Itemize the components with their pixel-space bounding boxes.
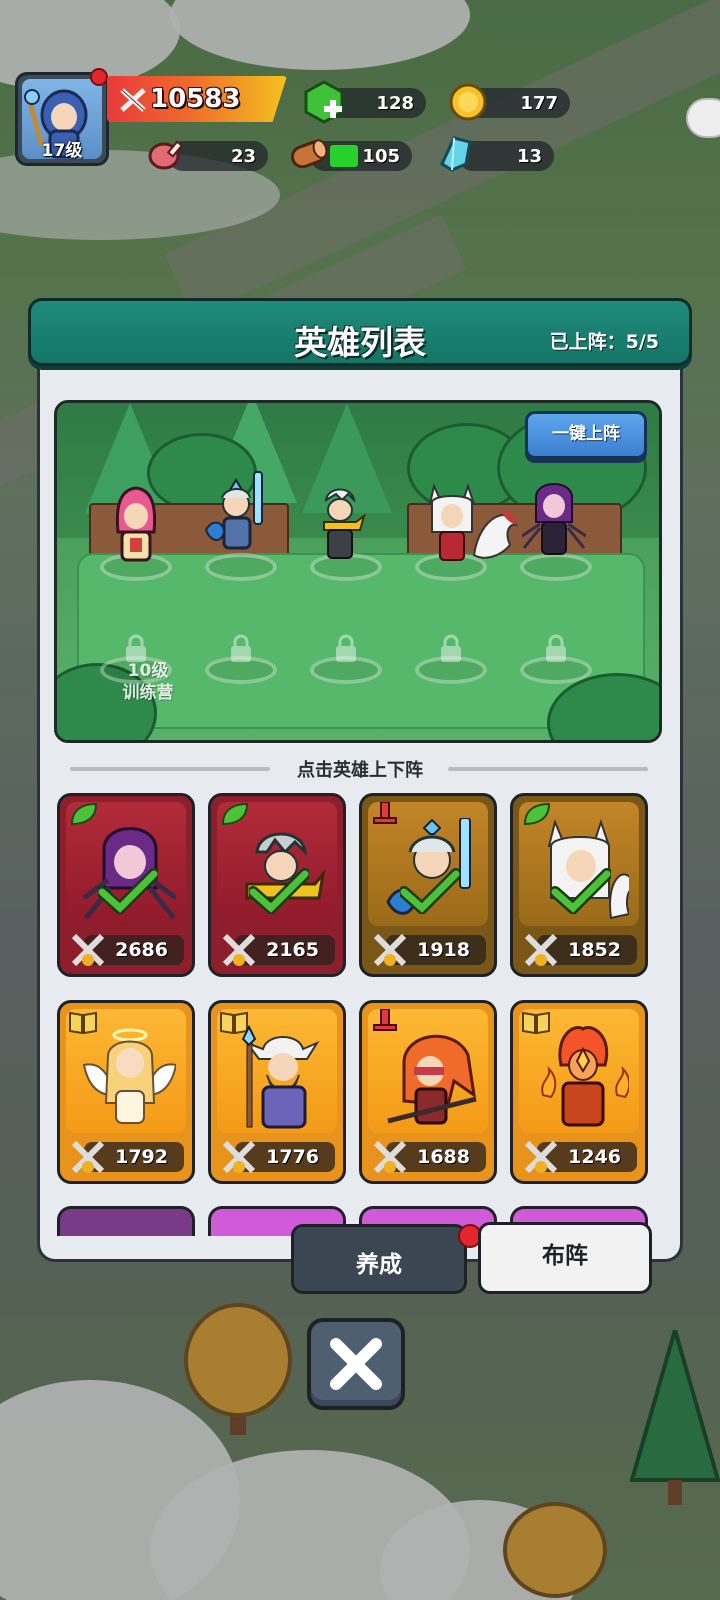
red-hair-swordswoman-portrait xyxy=(387,1034,477,1125)
meat-value: 23 xyxy=(230,146,256,167)
close-button[interactable] xyxy=(307,1318,405,1410)
gem-plus-icon[interactable] xyxy=(302,80,346,124)
top-hud: 17级 10583 128 177 23 105 13 xyxy=(0,0,720,190)
wood-log-icon xyxy=(290,139,328,169)
lock-icon xyxy=(546,634,566,662)
field-hero-nun[interactable] xyxy=(104,480,168,580)
field-hero-spider-sorceress[interactable] xyxy=(522,478,586,578)
tab-formation[interactable]: 布阵 xyxy=(478,1222,652,1294)
unlock-requirement: 10级 训练营 xyxy=(122,661,174,703)
fox-tail-icon xyxy=(472,510,518,559)
hero-card[interactable]: 1688 xyxy=(359,1000,497,1184)
crystal-icon xyxy=(440,136,472,172)
tap-hint: 点击英雄上下阵 xyxy=(297,760,423,781)
wood-value: 105 xyxy=(362,146,400,167)
lock-icon xyxy=(231,634,251,662)
crossed-swords-icon xyxy=(524,1140,558,1174)
wood-progress-fill xyxy=(330,145,358,167)
crossed-swords-icon xyxy=(524,933,558,967)
meat-icon xyxy=(148,140,184,170)
avatar-notification-dot xyxy=(90,68,108,86)
crossed-swords-icon xyxy=(71,1140,105,1174)
hero-card[interactable]: 1246 xyxy=(510,1000,648,1184)
hero-card-partial[interactable] xyxy=(57,1206,195,1236)
crossed-swords-icon xyxy=(373,933,407,967)
player-level: 17级 xyxy=(41,141,83,161)
side-pull-tab[interactable] xyxy=(686,98,720,138)
field-hero-swordsman[interactable] xyxy=(308,480,372,580)
hero-card[interactable]: 1792 xyxy=(57,1000,195,1184)
gem-value: 128 xyxy=(376,93,414,114)
old-wizard-portrait xyxy=(241,1025,320,1129)
hero-card[interactable]: 1918 xyxy=(359,793,497,977)
fire-mage-portrait xyxy=(541,1026,629,1127)
crystal-value: 13 xyxy=(516,146,542,167)
deployed-check-icon xyxy=(400,868,460,914)
lock-icon xyxy=(441,634,461,662)
field-hero-knight[interactable] xyxy=(204,470,268,570)
crossed-swords-icon xyxy=(71,933,105,967)
deployed-check-icon xyxy=(249,868,309,914)
hero-card[interactable]: 1852 xyxy=(510,793,648,977)
crossed-swords-icon xyxy=(373,1140,407,1174)
total-power: 10583 xyxy=(150,84,241,114)
one-click-deploy-button[interactable]: 一键上阵 xyxy=(525,411,647,459)
angel-portrait xyxy=(82,1028,176,1124)
gold-coin-icon xyxy=(449,83,487,121)
hero-card[interactable]: 2165 xyxy=(208,793,346,977)
hero-card[interactable]: 2686 xyxy=(57,793,195,977)
gold-value: 177 xyxy=(520,93,558,114)
crossed-swords-icon xyxy=(222,933,256,967)
lock-icon xyxy=(336,634,356,662)
crossed-swords-icon xyxy=(120,88,146,112)
close-icon xyxy=(330,1338,382,1390)
deployed-check-icon xyxy=(551,868,611,914)
panel-header: 英雄列表 已上阵：5/5 xyxy=(28,298,692,366)
tab-cultivate[interactable]: 养成 xyxy=(291,1224,467,1294)
player-avatar[interactable]: 17级 xyxy=(15,72,109,166)
hero-card[interactable]: 1776 xyxy=(208,1000,346,1184)
deployed-count: 已上阵：5/5 xyxy=(549,331,659,353)
deployed-check-icon xyxy=(98,868,158,914)
crossed-swords-icon xyxy=(222,1140,256,1174)
